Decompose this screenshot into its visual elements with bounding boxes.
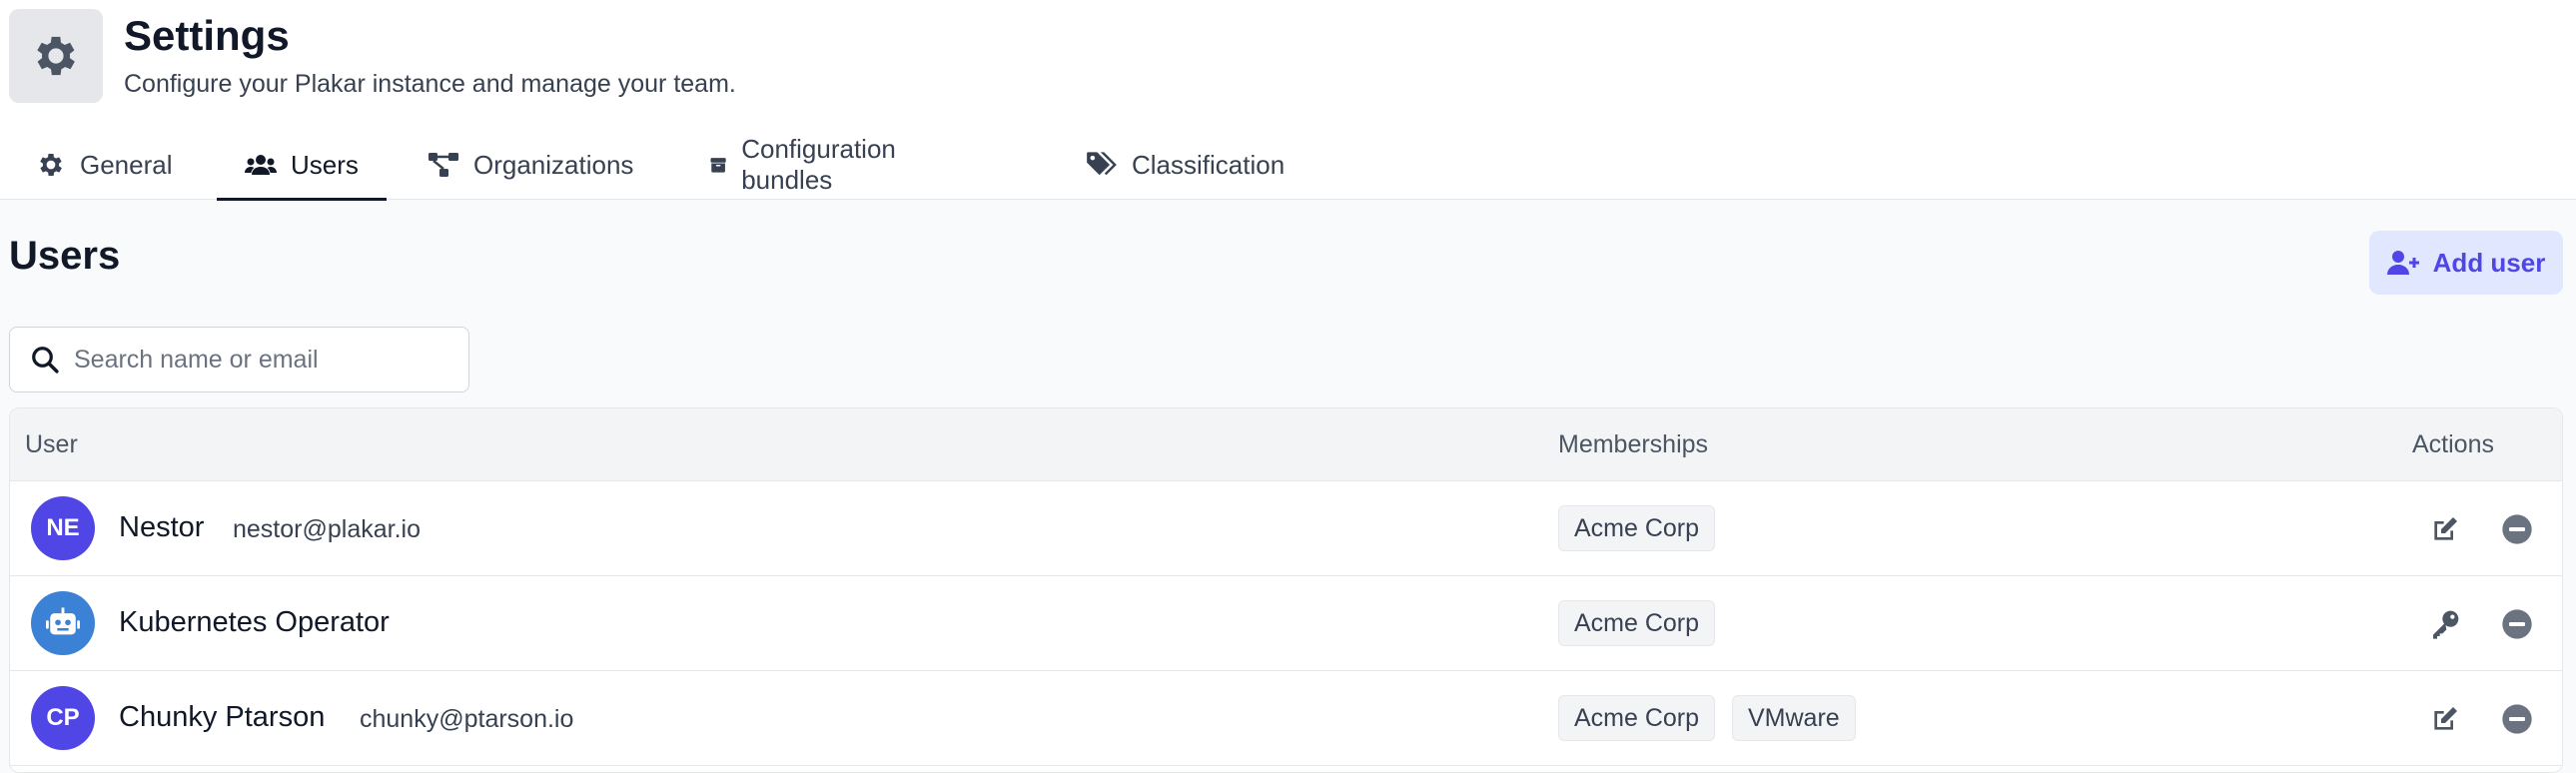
column-header-user: User (25, 430, 78, 458)
users-icon (245, 155, 277, 175)
user-plus-icon (2386, 251, 2419, 275)
remove-user-button[interactable] (2499, 511, 2535, 547)
edit-icon (2434, 517, 2457, 540)
remove-user-button[interactable] (2499, 606, 2535, 642)
remove-user-button[interactable] (2499, 701, 2535, 737)
tab-general[interactable]: General (36, 130, 173, 200)
edit-user-button[interactable] (2427, 701, 2463, 737)
tab-users[interactable]: Users (217, 130, 387, 201)
tab-general-label: General (80, 149, 173, 180)
gear-icon (37, 36, 75, 76)
membership-badge: Acme Corp (1558, 600, 1716, 646)
remove-icon (2502, 514, 2532, 544)
manage-keys-button[interactable] (2427, 606, 2463, 642)
tab-users-label: Users (291, 149, 359, 180)
settings-header-icon (9, 9, 103, 103)
tab-classification[interactable]: Classification (1086, 130, 1285, 200)
search-icon (32, 347, 59, 374)
user-name: Nestor (119, 511, 205, 543)
user-email: chunky@ptarson.io (360, 705, 574, 733)
table-header: User Memberships Actions (10, 408, 2562, 481)
gear-icon (40, 154, 62, 176)
tab-configuration-bundles[interactable]: Configuration bundles (709, 130, 906, 200)
column-header-actions: Actions (2412, 430, 2494, 458)
tags-icon (1087, 152, 1117, 176)
user-name: Chunky Ptarson (119, 701, 326, 733)
user-email: nestor@plakar.io (233, 515, 421, 543)
add-user-label: Add user (2432, 247, 2546, 278)
table-row: NE Nestor nestor@plakar.io Acme Corp (10, 481, 2562, 576)
users-table: User Memberships Actions NE Nestor nesto… (9, 407, 2563, 773)
robot-icon (46, 607, 80, 635)
tab-classification-label: Classification (1132, 149, 1286, 180)
membership-badge: Acme Corp (1558, 695, 1716, 741)
box-icon (710, 158, 726, 173)
tab-organizations[interactable]: Organizations (428, 130, 633, 200)
remove-icon (2502, 609, 2532, 639)
page-subtitle: Configure your Plakar instance and manag… (124, 70, 736, 98)
avatar: NE (31, 496, 95, 560)
column-header-memberships: Memberships (1558, 430, 1709, 458)
avatar (31, 591, 95, 655)
key-icon (2433, 610, 2459, 639)
page-title: Settings (124, 12, 290, 59)
membership-badge: VMware (1732, 695, 1856, 741)
edit-icon (2434, 707, 2457, 730)
membership-badge: Acme Corp (1558, 505, 1716, 551)
search-box (9, 327, 469, 392)
search-input[interactable] (74, 345, 453, 375)
edit-user-button[interactable] (2427, 511, 2463, 547)
page-header: Settings Configure your Plakar instance … (0, 0, 2576, 201)
add-user-button[interactable]: Add user (2369, 231, 2563, 295)
avatar: CP (31, 686, 95, 750)
table-row: Kubernetes Operator Acme Corp (10, 576, 2562, 671)
users-section-title: Users (9, 234, 121, 278)
user-name: Kubernetes Operator (119, 606, 390, 638)
tab-organizations-label: Organizations (473, 149, 634, 180)
tab-configuration-bundles-label: Configuration bundles (741, 134, 896, 195)
remove-icon (2502, 704, 2532, 734)
sitemap-icon (429, 153, 458, 177)
table-row: CP Chunky Ptarson chunky@ptarson.io Acme… (10, 671, 2562, 766)
